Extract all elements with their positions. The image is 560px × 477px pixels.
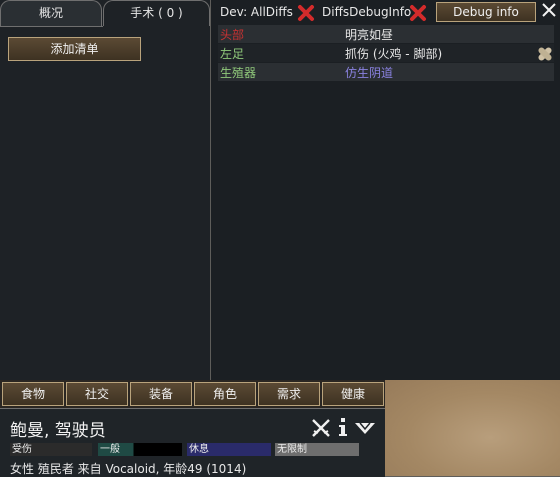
health-row[interactable]: 生殖器 仿生阴道 bbox=[218, 63, 554, 81]
tab-character[interactable]: 角色 bbox=[194, 382, 256, 406]
tab-divider bbox=[0, 26, 103, 27]
tab-gear[interactable]: 装备 bbox=[130, 382, 192, 406]
pawn-name: 鲍曼, 驾驶员 bbox=[10, 421, 106, 441]
rename-icon[interactable] bbox=[354, 420, 376, 436]
info-icon[interactable] bbox=[336, 416, 350, 438]
draft-icon[interactable] bbox=[310, 417, 332, 439]
close-icon[interactable] bbox=[409, 4, 427, 22]
tab-health[interactable]: 健康 bbox=[322, 382, 384, 406]
debug-info-button[interactable]: Debug info bbox=[436, 2, 536, 22]
tab-overview[interactable]: 概况 bbox=[0, 0, 102, 26]
tab-food[interactable]: 食物 bbox=[2, 382, 64, 406]
condition-label: 明亮如昼 bbox=[345, 28, 394, 42]
health-row[interactable]: 头部 明亮如昼 bbox=[218, 25, 554, 43]
tab-operations[interactable]: 手术 ( 0 ) bbox=[103, 0, 210, 26]
health-row[interactable]: 左足 抓伤 (火鸡 - 脚部) bbox=[218, 44, 554, 62]
body-part-label: 左足 bbox=[220, 47, 245, 61]
dev-all-diffs-label: Dev: AllDiffs bbox=[220, 5, 293, 19]
add-bill-button[interactable]: 添加清单 bbox=[8, 37, 141, 61]
body-part-label: 头部 bbox=[220, 28, 245, 42]
tab-social[interactable]: 社交 bbox=[66, 382, 128, 406]
close-icon[interactable] bbox=[297, 4, 315, 22]
pawn-description: 女性 殖民者 来自 Vocaloid, 年龄49 (1014) bbox=[10, 462, 247, 476]
mood-bar: 受伤 bbox=[10, 443, 92, 456]
bandage-icon bbox=[536, 45, 554, 63]
dev-diffs-debug-info-label: DiffsDebugInfo bbox=[322, 5, 412, 19]
tab-needs[interactable]: 需求 bbox=[258, 382, 320, 406]
rest-bar: 休息 bbox=[187, 443, 271, 456]
condition-label: 仿生阴道 bbox=[345, 66, 394, 80]
close-window-icon[interactable] bbox=[541, 2, 557, 18]
condition-label: 抓伤 (火鸡 - 脚部) bbox=[345, 47, 443, 61]
body-part-label: 生殖器 bbox=[220, 66, 257, 80]
area-restriction-bar[interactable]: 无限制 bbox=[275, 443, 359, 456]
general-bar: 一般 bbox=[98, 443, 182, 456]
map-view[interactable] bbox=[385, 380, 560, 476]
